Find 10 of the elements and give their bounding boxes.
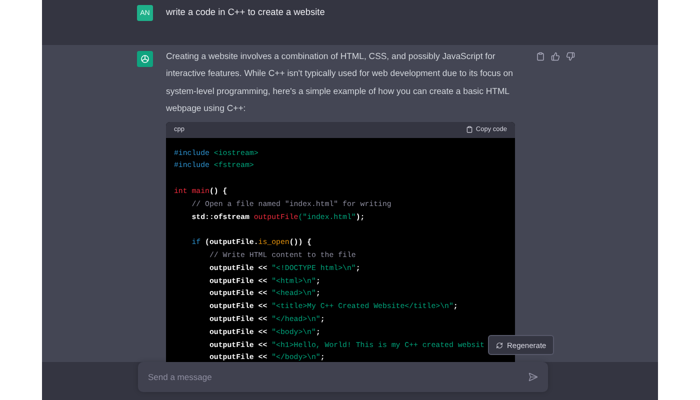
refresh-icon [496,342,503,348]
assistant-message: Creating a website involves a combination of HTML, CSS, and possibly JavaScript for interactive features. While C++ isn't typically used for web development due to its focus on system-level programming, here's a simple example of how you can create a basic HTML webpage using C++: [166,50,514,116]
send-icon[interactable] [528,372,538,382]
thumbs-down-icon[interactable] [566,52,575,61]
copy-icon[interactable] [536,52,545,61]
bot-logo-icon [140,54,150,64]
user-message: write a code in C++ to create a website [166,6,326,19]
message-input[interactable]: Send a message [138,362,548,392]
clipboard-icon [466,126,473,134]
thumbs-up-icon[interactable] [551,52,560,61]
